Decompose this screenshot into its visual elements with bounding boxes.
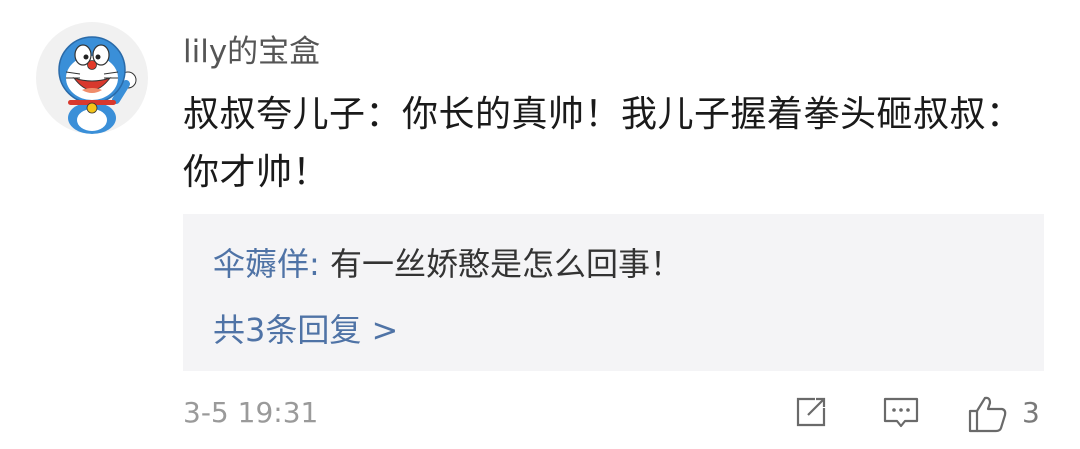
like-count: 3	[1022, 396, 1040, 429]
reply-text: 有一丝娇憨是怎么回事！	[329, 245, 682, 283]
comment-body: 叔叔夸儿子：你长的真帅！我儿子握着拳头砸叔叔：你才帅！	[183, 94, 1023, 193]
doraemon-avatar-icon	[58, 36, 137, 134]
share-edit-icon	[796, 397, 826, 427]
like-button[interactable]	[967, 394, 1009, 434]
reply-author[interactable]: 伞薅佯	[213, 245, 309, 283]
reply-separator: :	[309, 245, 330, 283]
comment-card: lily的宝盒 叔叔夸儿子：你长的真帅！我儿子握着拳头砸叔叔：你才帅！ 伞薅佯:…	[0, 0, 1080, 449]
comment-bubble-icon	[883, 397, 919, 428]
thumbs-up-icon	[968, 396, 1007, 433]
comment-button[interactable]	[882, 394, 920, 434]
reply-preview-line: 伞薅佯: 有一丝娇憨是怎么回事！	[213, 240, 682, 288]
reply-preview-box[interactable]: 伞薅佯: 有一丝娇憨是怎么回事！ 共3条回复 >	[183, 214, 1044, 371]
comment-timestamp: 3-5 19:31	[183, 396, 319, 429]
share-button[interactable]	[793, 394, 829, 434]
comment-username[interactable]: lily的宝盒	[183, 30, 320, 74]
user-avatar[interactable]	[36, 22, 148, 134]
view-replies-link[interactable]: 共3条回复 >	[213, 306, 398, 354]
